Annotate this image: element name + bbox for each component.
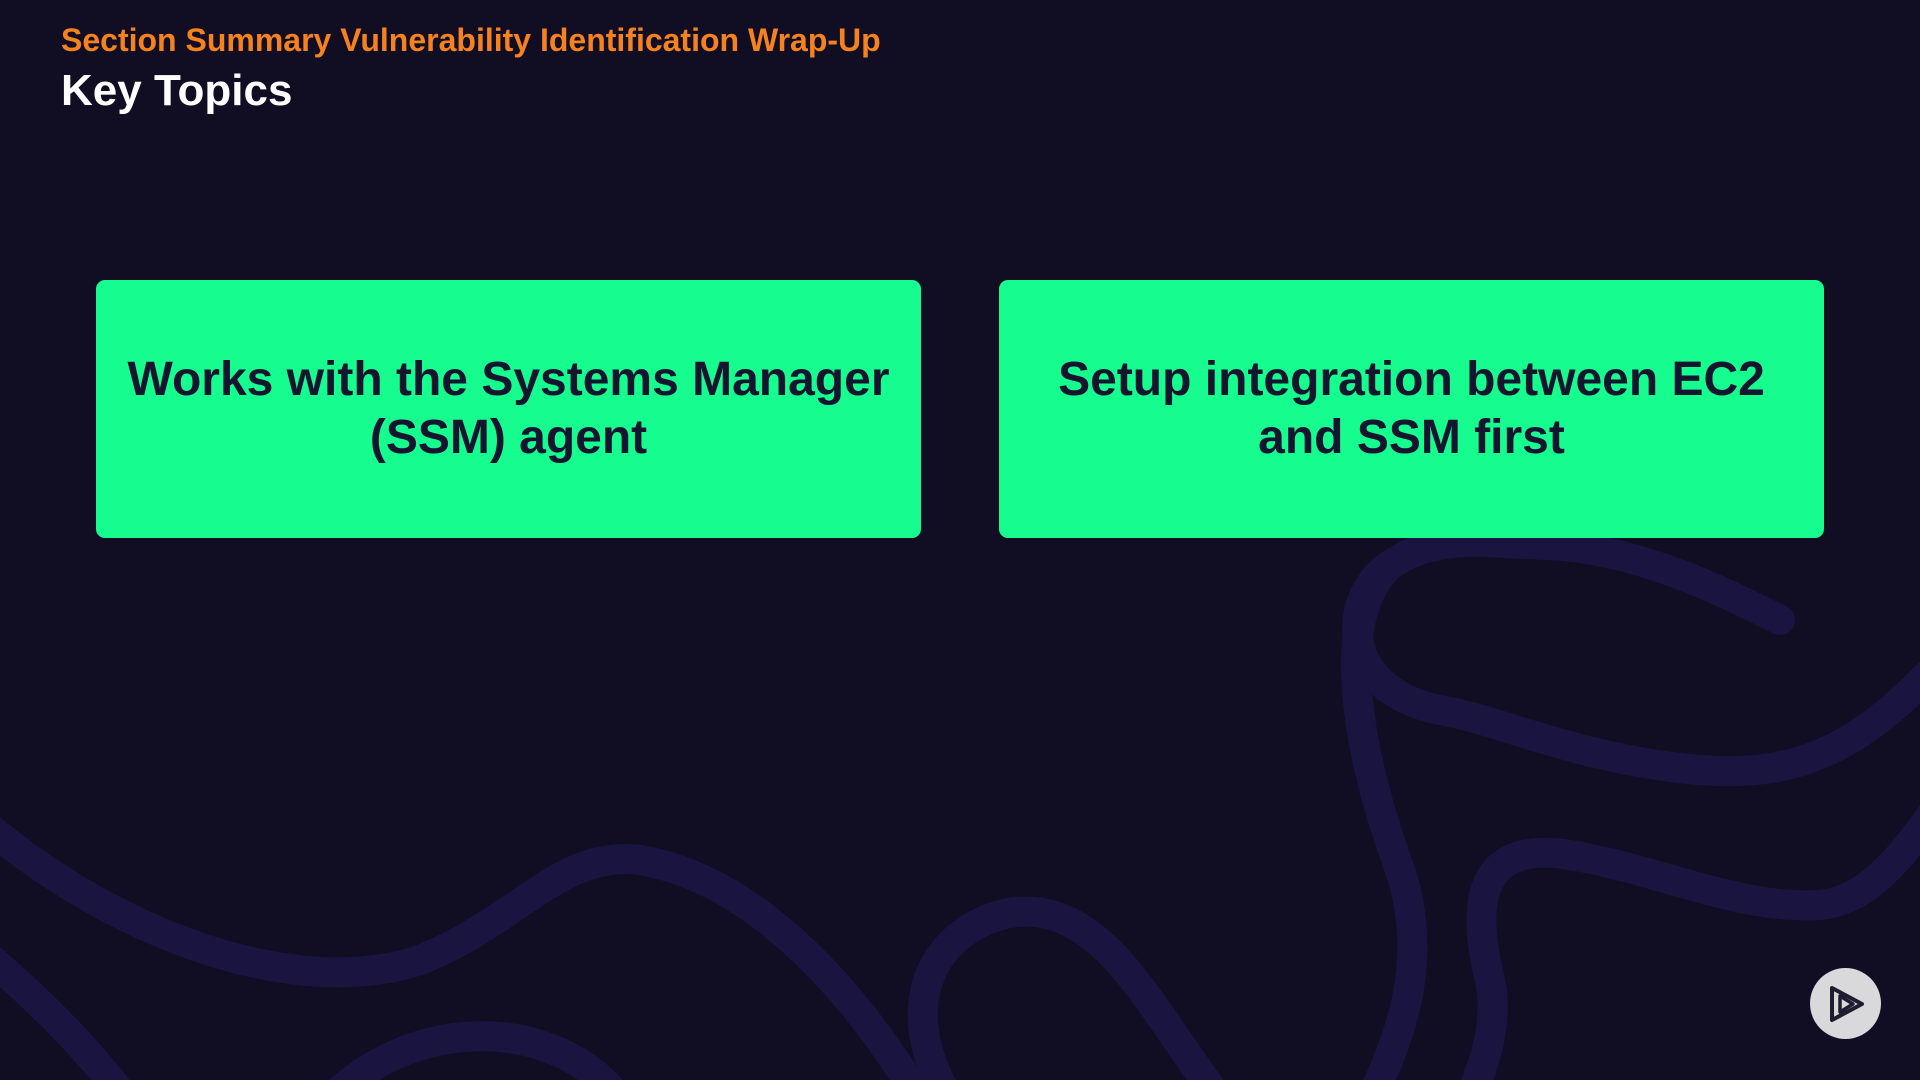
topic-text: Setup integration between EC2 and SSM fi… [1058,353,1765,464]
slide: Section Summary Vulnerability Identifica… [0,0,1920,1080]
background-curves [0,526,1920,1080]
topic-text: Works with the Systems Manager (SSM) age… [127,353,890,464]
play-logo-icon [1810,968,1881,1039]
topic-card-ssm-agent: Works with the Systems Manager (SSM) age… [96,280,921,538]
topic-card-ec2-ssm-integration: Setup integration between EC2 and SSM fi… [999,280,1824,538]
section-label: Section Summary Vulnerability Identifica… [61,22,881,58]
page-title: Key Topics [61,66,293,115]
